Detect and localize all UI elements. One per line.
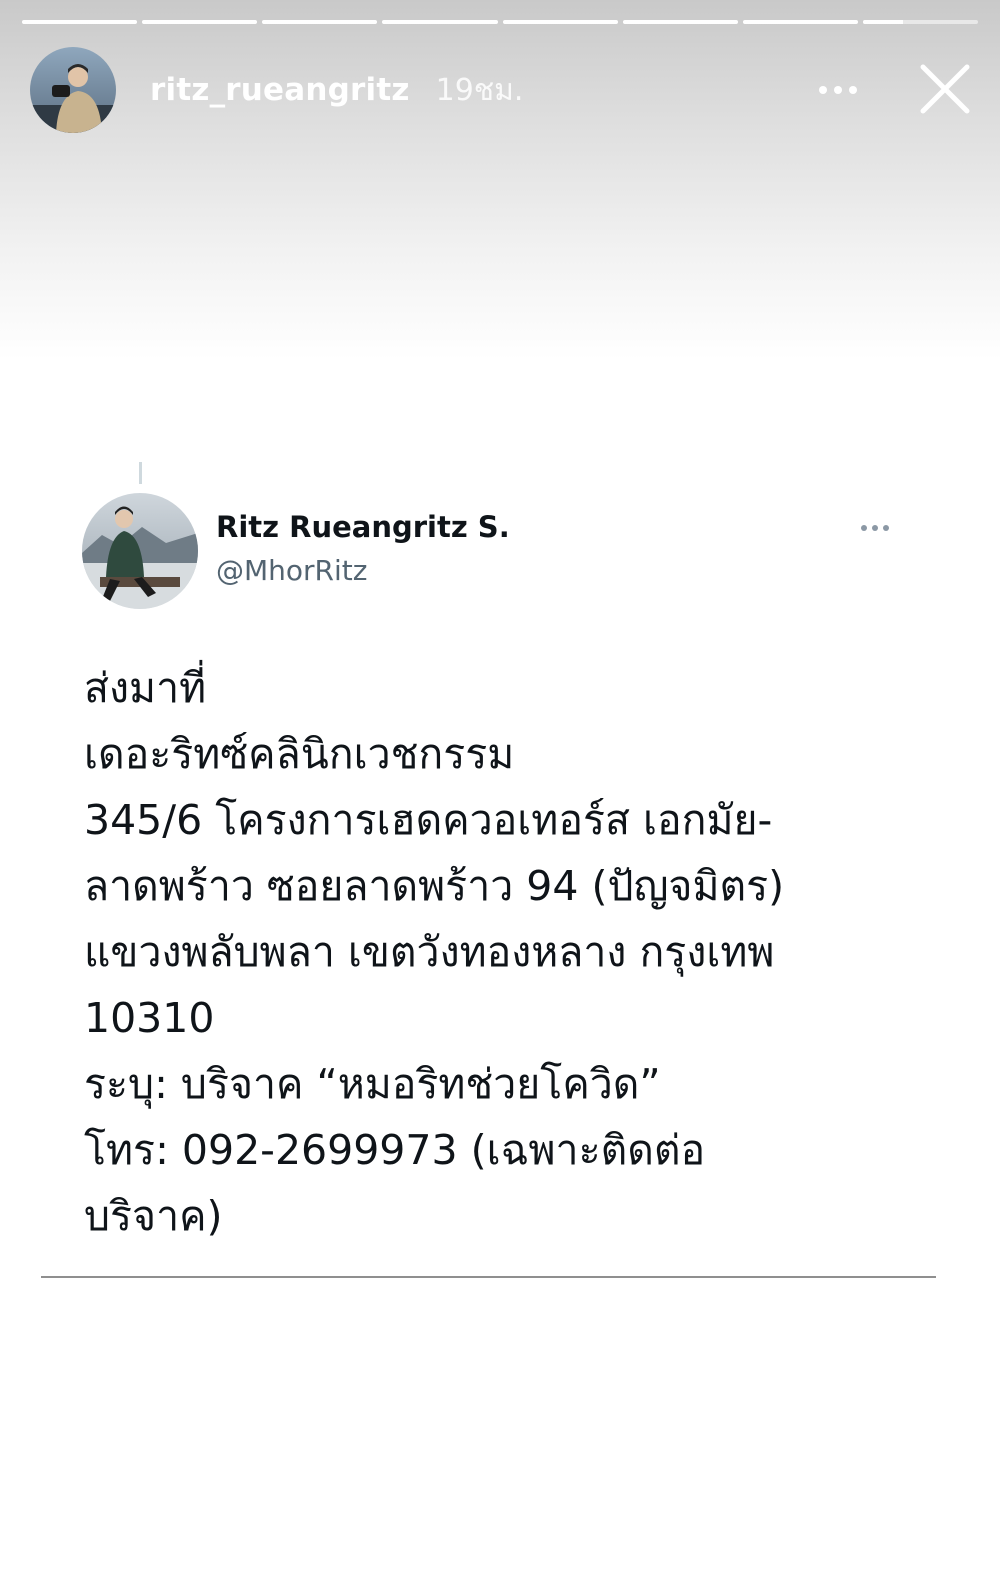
tweet-text-line: ลาดพร้าว ซอยลาดพร้าว 94 (ปัญจมิตร) xyxy=(84,862,785,910)
tweet-handle[interactable]: @MhorRitz xyxy=(216,554,367,587)
story-progress-segment xyxy=(22,20,138,24)
tweet-text-line: ระบุ: บริจาค “หมอริทช่วยโควิด” xyxy=(84,1060,661,1108)
tweet-display-name[interactable]: Ritz Rueangritz S. xyxy=(216,510,510,544)
tweet-text-line: 10310 xyxy=(84,994,215,1042)
thread-connector-line xyxy=(139,462,142,484)
story-header: ritz_rueangritz 19ชม. xyxy=(30,45,975,135)
story-progress-segment xyxy=(742,20,858,24)
tweet-avatar xyxy=(82,493,198,609)
story-progress-segment xyxy=(262,20,378,24)
story-progress-segment xyxy=(622,20,738,24)
story-progress-bars xyxy=(22,20,978,25)
tweet-text-line: แขวงพลับพลา เขตวังทองหลาง กรุงเทพ xyxy=(84,928,775,976)
more-horizontal-icon[interactable] xyxy=(816,75,860,105)
tweet-text-line: เดอะริทซ์คลินิกเวชกรรม xyxy=(84,730,515,778)
close-icon[interactable] xyxy=(915,59,975,119)
tweet-text-line: โทร: 092-2699973 (เฉพาะติดต่อ xyxy=(84,1126,706,1174)
story-timestamp: 19ชม. xyxy=(435,72,524,108)
tweet-text-line: บริจาค) xyxy=(84,1192,223,1240)
tweet-body: ส่งมาที่ เดอะริทซ์คลินิกเวชกรรม 345/6 โค… xyxy=(84,655,944,1249)
story-username[interactable]: ritz_rueangritz xyxy=(150,72,410,108)
story-progress-segment xyxy=(142,20,258,24)
story-viewer: ritz_rueangritz 19ชม. Ritz Rueangritz S.… xyxy=(0,0,1000,1574)
story-avatar[interactable] xyxy=(30,47,116,133)
tweet-text-line: ส่งมาที่ xyxy=(84,664,207,712)
story-progress-segment xyxy=(502,20,618,24)
story-progress-segment xyxy=(862,20,978,24)
story-progress-segment xyxy=(382,20,498,24)
more-horizontal-icon[interactable] xyxy=(858,520,892,536)
divider xyxy=(41,1276,936,1278)
tweet-text-line: 345/6 โครงการเฮดควอเทอร์ส เอกมัย- xyxy=(84,796,773,844)
